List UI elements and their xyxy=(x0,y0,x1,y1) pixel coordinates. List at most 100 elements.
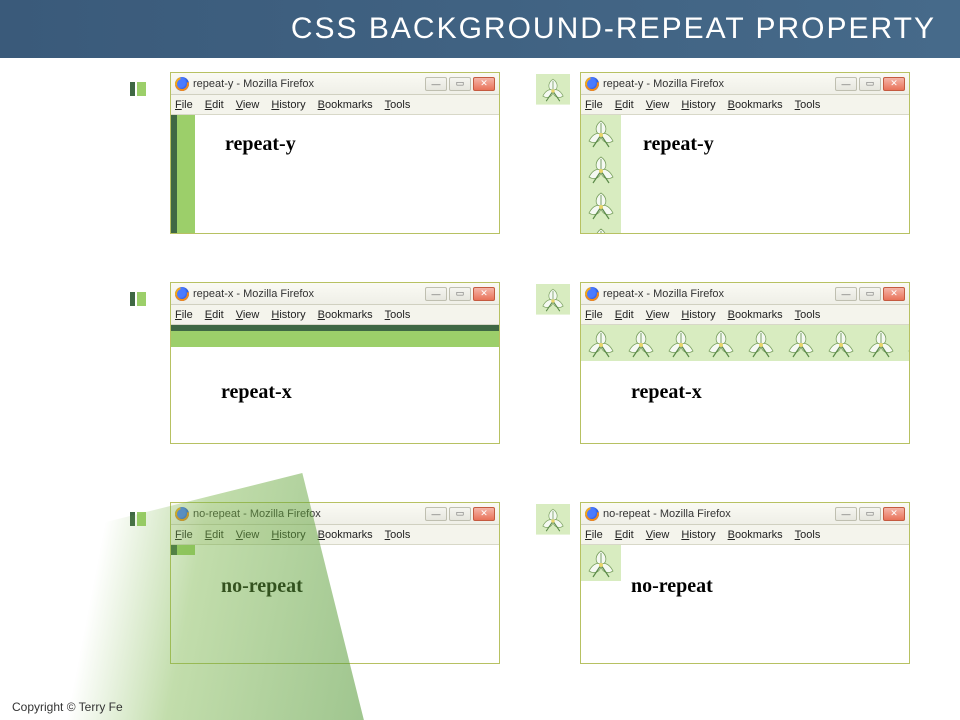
menu-item[interactable]: History xyxy=(681,309,715,321)
menu-item[interactable]: View xyxy=(236,529,260,541)
minimize-button[interactable]: — xyxy=(425,287,447,301)
menu-item[interactable]: File xyxy=(175,529,193,541)
menu-item[interactable]: View xyxy=(646,309,670,321)
trillium-icon xyxy=(581,545,621,581)
close-button[interactable]: ✕ xyxy=(473,507,495,521)
bullet-icon xyxy=(130,292,146,306)
menu-item[interactable]: Tools xyxy=(385,99,411,111)
close-button[interactable]: ✕ xyxy=(883,77,905,91)
browser-window: no-repeat - Mozilla Firefox—▭✕ File Edit Vi… xyxy=(170,502,500,664)
window-titlebar: no-repeat - Mozilla Firefox—▭✕ xyxy=(581,503,909,525)
leaf-bullet-icon xyxy=(536,504,570,538)
menu-bar: File Edit View History Bookmarks Tools xyxy=(581,95,909,115)
maximize-button[interactable]: ▭ xyxy=(859,287,881,301)
menu-item[interactable]: Bookmarks xyxy=(318,309,373,321)
close-button[interactable]: ✕ xyxy=(473,77,495,91)
menu-item[interactable]: History xyxy=(271,309,305,321)
minimize-button[interactable]: — xyxy=(835,77,857,91)
trillium-icon xyxy=(861,325,901,361)
example-label: no-repeat xyxy=(631,575,713,598)
example-cell: no-repeat - Mozilla Firefox—▭✕ File Edit Vi… xyxy=(148,498,528,678)
window-titlebar: repeat-x - Mozilla Firefox—▭✕ xyxy=(171,283,499,305)
menu-bar: File Edit View History Bookmarks Tools xyxy=(581,305,909,325)
example-label: repeat-y xyxy=(225,133,296,156)
browser-window: repeat-y - Mozilla Firefox—▭✕ File Edit Vie… xyxy=(580,72,910,234)
background-repeat-y-leaf xyxy=(581,115,621,233)
page-viewport: no-repeat xyxy=(581,545,909,663)
window-title: repeat-y - Mozilla Firefox xyxy=(603,78,835,90)
menu-item[interactable]: Tools xyxy=(795,309,821,321)
menu-item[interactable]: Tools xyxy=(385,309,411,321)
menu-item[interactable]: History xyxy=(271,99,305,111)
menu-item[interactable]: Bookmarks xyxy=(318,529,373,541)
menu-item[interactable]: File xyxy=(175,99,193,111)
firefox-icon xyxy=(585,287,599,301)
menu-item[interactable]: History xyxy=(681,529,715,541)
menu-item[interactable]: Bookmarks xyxy=(318,99,373,111)
trillium-icon xyxy=(901,325,909,361)
maximize-button[interactable]: ▭ xyxy=(449,507,471,521)
trillium-icon xyxy=(661,325,701,361)
menu-item[interactable]: Bookmarks xyxy=(728,529,783,541)
menu-item[interactable]: Edit xyxy=(615,529,634,541)
leaf-bullet-icon xyxy=(536,284,570,318)
menu-item[interactable]: Edit xyxy=(615,99,634,111)
menu-item[interactable]: Tools xyxy=(385,529,411,541)
menu-item[interactable]: Edit xyxy=(205,529,224,541)
menu-item[interactable]: File xyxy=(175,309,193,321)
window-title: repeat-x - Mozilla Firefox xyxy=(603,288,835,300)
window-title: no-repeat - Mozilla Firefox xyxy=(193,508,425,520)
menu-item[interactable]: View xyxy=(646,99,670,111)
maximize-button[interactable]: ▭ xyxy=(449,77,471,91)
example-cell: repeat-x - Mozilla Firefox—▭✕ File Edit Vie… xyxy=(148,278,528,468)
menu-item[interactable]: Bookmarks xyxy=(728,309,783,321)
page-title: CSS BACKGROUND-REPEAT PROPERTY xyxy=(291,12,936,46)
background-repeat-x-leaf xyxy=(581,325,909,361)
trillium-icon xyxy=(581,115,621,151)
background-no-repeat-solid xyxy=(171,545,195,555)
minimize-button[interactable]: — xyxy=(835,287,857,301)
menu-item[interactable]: Tools xyxy=(795,529,821,541)
page-viewport: no-repeat xyxy=(171,545,499,663)
trillium-icon xyxy=(581,187,621,223)
menu-item[interactable]: View xyxy=(236,309,260,321)
page-viewport: repeat-x xyxy=(171,325,499,443)
trillium-icon xyxy=(581,223,621,233)
firefox-icon xyxy=(585,77,599,91)
background-repeat-y-solid xyxy=(171,115,195,233)
maximize-button[interactable]: ▭ xyxy=(859,77,881,91)
trillium-icon xyxy=(741,325,781,361)
menu-item[interactable]: Edit xyxy=(205,309,224,321)
menu-bar: File Edit View History Bookmarks Tools xyxy=(171,525,499,545)
menu-item[interactable]: Edit xyxy=(205,99,224,111)
menu-item[interactable]: Bookmarks xyxy=(728,99,783,111)
maximize-button[interactable]: ▭ xyxy=(859,507,881,521)
example-label: repeat-y xyxy=(643,133,714,156)
browser-window: repeat-x - Mozilla Firefox—▭✕ File Edit Vie… xyxy=(170,282,500,444)
window-titlebar: repeat-y - Mozilla Firefox—▭✕ xyxy=(581,73,909,95)
menu-item[interactable]: View xyxy=(646,529,670,541)
close-button[interactable]: ✕ xyxy=(883,507,905,521)
page-viewport: repeat-y xyxy=(171,115,499,233)
close-button[interactable]: ✕ xyxy=(883,287,905,301)
minimize-button[interactable]: — xyxy=(835,507,857,521)
menu-item[interactable]: History xyxy=(271,529,305,541)
menu-item[interactable]: File xyxy=(585,99,603,111)
browser-window: repeat-x - Mozilla Firefox—▭✕ File Edit Vie… xyxy=(580,282,910,444)
window-titlebar: repeat-y - Mozilla Firefox—▭✕ xyxy=(171,73,499,95)
close-button[interactable]: ✕ xyxy=(473,287,495,301)
page-viewport: repeat-x xyxy=(581,325,909,443)
minimize-button[interactable]: — xyxy=(425,77,447,91)
background-no-repeat-leaf xyxy=(581,545,621,581)
menu-item[interactable]: File xyxy=(585,529,603,541)
example-label: repeat-x xyxy=(221,381,292,404)
menu-item[interactable]: History xyxy=(681,99,715,111)
menu-item[interactable]: View xyxy=(236,99,260,111)
menu-item[interactable]: File xyxy=(585,309,603,321)
trillium-icon xyxy=(781,325,821,361)
menu-item[interactable]: Edit xyxy=(615,309,634,321)
menu-item[interactable]: Tools xyxy=(795,99,821,111)
maximize-button[interactable]: ▭ xyxy=(449,287,471,301)
minimize-button[interactable]: — xyxy=(425,507,447,521)
trillium-icon xyxy=(701,325,741,361)
